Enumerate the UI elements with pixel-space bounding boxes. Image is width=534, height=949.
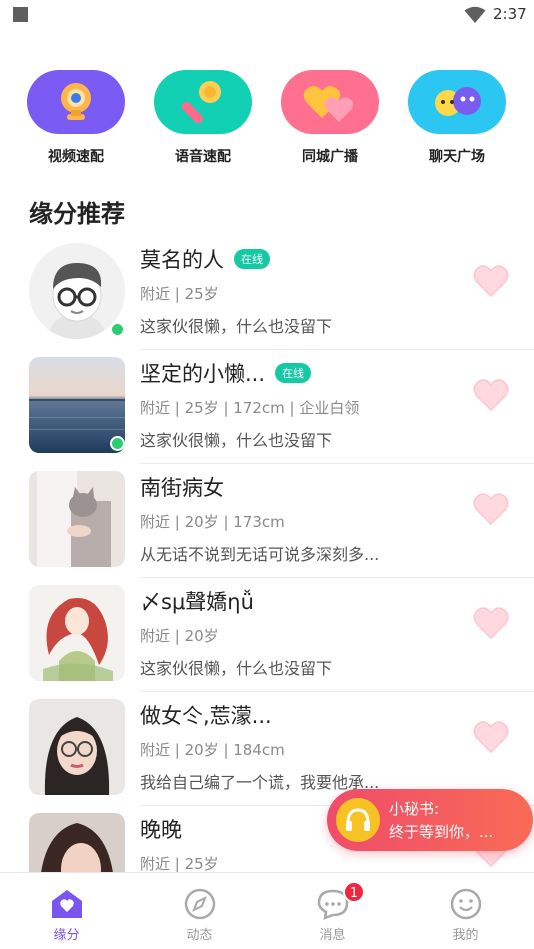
list-item[interactable]: 南街病女 附近 | 20岁 | 173cm 从无话不说到无话可说多深刻多... xyxy=(0,464,534,578)
webcam-icon xyxy=(61,83,91,120)
user-meta: 附近 | 25岁 xyxy=(140,855,219,872)
girl-glasses-icon xyxy=(29,699,125,795)
smiley-icon xyxy=(450,888,482,920)
clock: 2:37 xyxy=(493,5,527,23)
tab-label: 我的 xyxy=(452,928,479,943)
like-heart-icon[interactable] xyxy=(473,720,509,754)
notification-icon xyxy=(13,7,28,22)
quick-entries: 视频速配 语音速配 同城广播 聊天广场 xyxy=(0,70,534,170)
user-name: 做女仒,莣濛... xyxy=(140,704,272,728)
user-bio: 这家伙很懒，什么也没留下 xyxy=(140,317,333,336)
user-list: 莫名的人 在线 附近 | 25岁 这家伙很懒，什么也没留下 坚定的小懒... 在… xyxy=(0,236,534,872)
list-item[interactable]: 〆sμ聲嬌ηǚ 附近 | 20岁 这家伙很懒，什么也没留下 xyxy=(0,578,534,692)
user-name: 〆sμ聲嬌ηǚ xyxy=(140,590,254,614)
user-meta: 附近 | 20岁 xyxy=(140,627,219,645)
tab-messages[interactable]: 1 消息 xyxy=(266,873,399,949)
microphone-icon xyxy=(181,81,221,124)
avatar[interactable] xyxy=(29,699,125,795)
city-broadcast-label: 同城广播 xyxy=(302,149,358,165)
secretary-title: 小秘书: xyxy=(389,800,440,818)
online-indicator xyxy=(110,436,125,451)
section-title: 缘分推荐 xyxy=(29,200,125,228)
heart-house-icon xyxy=(52,890,82,918)
girl-portrait-icon xyxy=(29,813,125,872)
user-name: 莫名的人 xyxy=(140,248,224,272)
tab-label: 缘分 xyxy=(53,928,80,943)
online-indicator xyxy=(110,322,125,337)
avatar[interactable] xyxy=(29,585,125,681)
tab-mine[interactable]: 我的 xyxy=(399,873,532,949)
user-name: 南街病女 xyxy=(140,476,224,500)
list-item[interactable]: 坚定的小懒... 在线 附近 | 25岁 | 172cm | 企业白领 这家伙很… xyxy=(0,350,534,464)
user-bio: 我给自己编了一个谎，我要他承... xyxy=(140,773,380,792)
like-heart-icon[interactable] xyxy=(473,264,509,298)
chat-faces-icon xyxy=(435,87,481,116)
user-name: 晚晚 xyxy=(140,818,182,842)
secretary-popup[interactable]: 小秘书: 终于等到你，... xyxy=(327,789,533,851)
cat-photo-icon xyxy=(29,471,125,567)
hearts-icon xyxy=(303,86,354,122)
headset-icon xyxy=(336,798,380,842)
tab-fate[interactable]: 缘分 xyxy=(0,873,133,949)
chat-square-label: 聊天广场 xyxy=(429,149,485,165)
compass-icon xyxy=(184,888,216,920)
online-badge: 在线 xyxy=(275,363,312,383)
secretary-message: 终于等到你，... xyxy=(389,823,494,841)
user-name: 坚定的小懒... xyxy=(140,362,266,386)
online-badge: 在线 xyxy=(234,249,270,269)
voice-match-label: 语音速配 xyxy=(175,149,231,165)
video-match-label: 视频速配 xyxy=(48,149,104,165)
user-bio: 这家伙很懒，什么也没留下 xyxy=(140,431,333,450)
like-heart-icon[interactable] xyxy=(473,606,509,640)
video-match-button[interactable]: 视频速配 xyxy=(21,70,131,166)
city-broadcast-button[interactable]: 同城广播 xyxy=(275,70,385,166)
like-heart-icon[interactable] xyxy=(473,378,509,412)
tab-label: 消息 xyxy=(319,928,346,943)
like-heart-icon[interactable] xyxy=(473,492,509,526)
status-bar: 2:37 xyxy=(0,0,534,30)
user-meta: 附近 | 25岁 xyxy=(140,285,219,303)
user-bio: 从无话不说到无话可说多深刻多... xyxy=(140,545,380,564)
bottom-tab-bar: 缘分 动态 1 消息 我的 xyxy=(0,872,534,949)
list-item[interactable]: 莫名的人 在线 附近 | 25岁 这家伙很懒，什么也没留下 xyxy=(0,236,534,350)
user-meta: 附近 | 20岁 | 173cm xyxy=(140,513,285,531)
tab-label: 动态 xyxy=(186,928,213,943)
wifi-icon xyxy=(464,6,486,23)
tab-moments[interactable]: 动态 xyxy=(133,873,266,949)
anime-girl-icon xyxy=(29,585,125,681)
avatar[interactable] xyxy=(29,471,125,567)
user-bio: 这家伙很懒，什么也没留下 xyxy=(140,659,333,678)
chat-square-button[interactable]: 聊天广场 xyxy=(402,70,512,166)
user-meta: 附近 | 25岁 | 172cm | 企业白领 xyxy=(140,399,360,417)
avatar[interactable] xyxy=(29,813,125,872)
voice-match-button[interactable]: 语音速配 xyxy=(148,70,258,166)
user-meta: 附近 | 20岁 | 184cm xyxy=(140,741,285,759)
unread-badge: 1 xyxy=(343,881,365,903)
